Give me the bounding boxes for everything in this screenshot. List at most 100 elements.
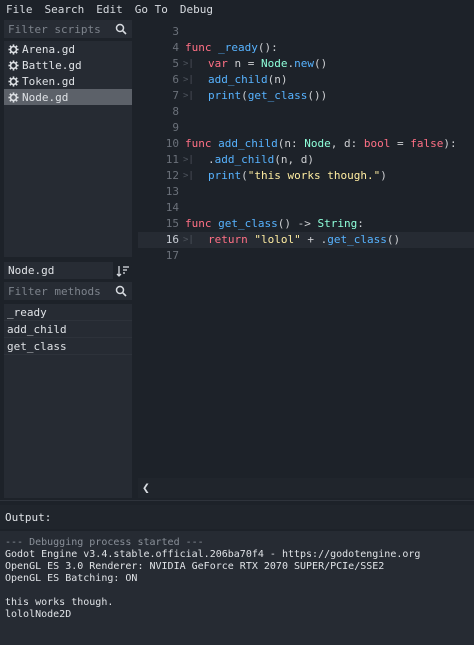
code-token: "this works though."	[247, 169, 381, 182]
code-token: false	[410, 137, 444, 150]
menu-bar: File Search Edit Go To Debug	[0, 0, 474, 18]
menu-debug[interactable]: Debug	[180, 3, 213, 16]
code-text: add_child(n)	[208, 72, 287, 88]
output-line: Godot Engine v3.4.stable.official.206ba7…	[5, 549, 421, 560]
code-line[interactable]: 5 >| var n = Node.new()	[138, 56, 474, 72]
panel-divider[interactable]	[0, 500, 474, 501]
script-name: Token.gd	[22, 74, 75, 88]
code-text: return "lolol" + .get_class()	[208, 232, 400, 248]
method-item[interactable]: _ready	[4, 304, 132, 321]
code-line[interactable]: 16 >| return "lolol" + .get_class()	[138, 232, 474, 248]
indent-marker-icon: >|	[183, 59, 194, 69]
scripts-filter-input[interactable]	[4, 21, 114, 37]
script-item[interactable]: Node.gd	[4, 89, 132, 105]
code-line[interactable]: 6 >| add_child(n)	[138, 72, 474, 88]
line-number: 8	[172, 105, 179, 118]
code-line[interactable]: 17	[138, 248, 474, 264]
line-number: 10	[165, 137, 179, 150]
sort-icon[interactable]	[115, 263, 131, 279]
scripts-list: Arena.gd Battle.gd Token.gd Node.gd	[4, 41, 132, 257]
output-line: --- Debugging process started ---	[5, 537, 204, 548]
script-name: Arena.gd	[22, 42, 75, 56]
output-log: --- Debugging process started --- Godot E…	[0, 531, 474, 645]
code-line[interactable]: 9	[138, 120, 474, 136]
output-line: lololNode2D	[5, 609, 72, 620]
script-item[interactable]: Arena.gd	[4, 41, 132, 57]
code-token: .	[208, 153, 215, 166]
indent-marker-icon: >|	[183, 91, 194, 101]
current-file-label: Node.gd	[4, 262, 113, 279]
indent-marker-icon: >|	[183, 171, 194, 181]
code-line[interactable]: 15 func get_class() -> String:	[138, 216, 474, 232]
methods-list: _ready add_child get_class	[4, 304, 132, 498]
code-token: Node	[304, 137, 331, 150]
code-token: func	[185, 217, 219, 230]
code-token: print	[208, 169, 242, 182]
method-item[interactable]: get_class	[4, 338, 132, 355]
code-line[interactable]: 7 >| print(get_class())	[138, 88, 474, 104]
menu-go-to[interactable]: Go To	[135, 3, 168, 16]
output-line: OpenGL ES 3.0 Renderer: NVIDIA GeForce R…	[5, 561, 385, 572]
methods-filter-box	[4, 282, 132, 300]
code-line[interactable]: 11 >| .add_child(n, d)	[138, 152, 474, 168]
code-token: add_child	[218, 137, 278, 150]
code-text: print(get_class())	[208, 88, 327, 104]
code-token: (	[241, 89, 248, 102]
code-token: "lolol"	[254, 233, 301, 246]
code-token: get_class	[327, 233, 387, 246]
code-line[interactable]: 4 func _ready():	[138, 40, 474, 56]
line-number: 15	[165, 217, 179, 230]
left-panel: Arena.gd Battle.gd Token.gd Node.gd Node.gd…	[2, 18, 133, 498]
code-line[interactable]: 13	[138, 184, 474, 200]
line-number: 16	[165, 233, 179, 246]
code-token: (	[241, 169, 248, 182]
line-number: 9	[172, 121, 179, 134]
code-line[interactable]: 10 func add_child(n: Node, d: bool = fals…	[138, 136, 474, 152]
code-text: func _ready():	[185, 40, 278, 56]
code-token: func	[185, 41, 219, 54]
indent-marker-icon: >|	[183, 155, 194, 165]
code-line[interactable]: 12 >| print("this works though.")	[138, 168, 474, 184]
indent-marker-icon: >|	[183, 235, 194, 245]
search-icon[interactable]	[114, 22, 128, 36]
code-token: () ->	[277, 217, 318, 230]
indent-marker-icon: >|	[183, 75, 194, 85]
menu-search[interactable]: Search	[45, 3, 85, 16]
code-token: ())	[307, 89, 328, 102]
line-number: 12	[165, 169, 179, 182]
code-text: .add_child(n, d)	[208, 152, 314, 168]
script-item[interactable]: Token.gd	[4, 73, 132, 89]
code-text: print("this works though.")	[208, 168, 387, 184]
code-text: var n = Node.new()	[208, 56, 327, 72]
code-token: ):	[443, 137, 457, 150]
code-token: add_child	[214, 153, 275, 166]
menu-edit[interactable]: Edit	[96, 3, 123, 16]
code-editor[interactable]: 3 4 func _ready(): 5 >| var n = Node.new() 6 >|…	[138, 18, 474, 478]
script-item[interactable]: Battle.gd	[4, 57, 132, 73]
line-number: 4	[172, 41, 179, 54]
output-panel: Output: --- Debugging process started --…	[0, 505, 474, 645]
method-item[interactable]: add_child	[4, 321, 132, 338]
code-line[interactable]: 3	[138, 24, 474, 40]
code-token: print	[208, 89, 242, 102]
code-line[interactable]: 14	[138, 200, 474, 216]
code-token: )	[380, 169, 387, 182]
code-line[interactable]: 8	[138, 104, 474, 120]
methods-filter-input[interactable]	[4, 283, 114, 299]
code-token: return	[208, 233, 255, 246]
code-token: ()	[386, 233, 401, 246]
code-token: new	[294, 57, 314, 70]
code-token: _ready	[218, 41, 258, 54]
gear-icon	[7, 43, 19, 55]
code-token: add_child	[208, 73, 268, 86]
gear-icon	[7, 75, 19, 87]
code-token: (n:	[277, 137, 305, 150]
code-token: (n, d)	[274, 153, 314, 166]
collapse-arrow-icon[interactable]: ❮	[142, 481, 150, 496]
search-icon[interactable]	[114, 284, 128, 298]
menu-file[interactable]: File	[6, 3, 33, 16]
code-token: n =	[234, 57, 261, 70]
line-number: 11	[165, 153, 179, 166]
output-label: Output:	[0, 505, 474, 529]
